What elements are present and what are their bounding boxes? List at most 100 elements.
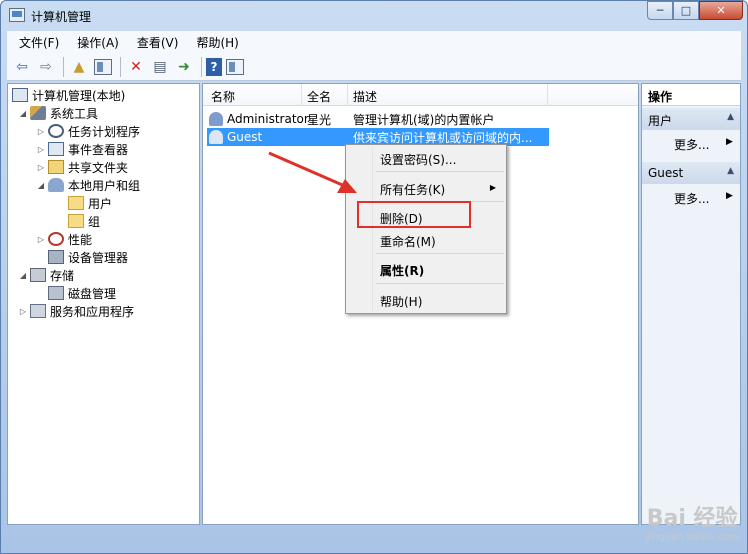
- export-list-icon[interactable]: ➜: [173, 56, 195, 78]
- annotation-arrow-icon: [268, 151, 357, 193]
- shared-folder-icon: [48, 160, 64, 174]
- menu-item-help[interactable]: 帮助(H): [380, 293, 422, 310]
- computer-management-icon: [9, 8, 25, 22]
- baidu-watermark: Bai 经验 jingyan.baidu.com: [647, 500, 739, 543]
- actions-pane: 操作 用户 ▲ 更多... ▶ Guest ▲ 更多... ▶: [641, 83, 741, 525]
- collapse-arrow-icon[interactable]: ◢: [36, 181, 46, 190]
- toolbar-separator: [201, 56, 202, 77]
- collapse-arrow-icon[interactable]: ◢: [18, 271, 28, 280]
- menu-item-rename[interactable]: 重命名(M): [380, 233, 436, 250]
- users-icon: [48, 178, 64, 192]
- minimize-button[interactable]: ─: [647, 1, 673, 20]
- properties-icon[interactable]: ▤: [149, 56, 171, 78]
- expand-arrow-icon[interactable]: ▷: [36, 163, 46, 172]
- tree-item-event-viewer[interactable]: ▷ 事件查看器: [36, 140, 128, 158]
- tree-label: 用户: [88, 194, 113, 212]
- row-name: Guest: [227, 130, 263, 144]
- back-icon[interactable]: ⇦: [11, 56, 33, 78]
- tree-item-performance[interactable]: ▷ 性能: [36, 230, 92, 248]
- tree-label: 存储: [50, 268, 75, 283]
- toolbar: ⇦ ⇨ ▲ ✕ ▤ ➜ ?: [7, 53, 741, 81]
- actions-section-users[interactable]: 用户 ▲: [642, 108, 740, 130]
- row-description: 供来宾访问计算机或访问域的内...: [353, 130, 533, 145]
- tree-label: 计算机管理(本地): [32, 88, 126, 103]
- menu-item-properties[interactable]: 属性(R): [380, 262, 424, 279]
- collapse-arrow-icon[interactable]: ◢: [18, 109, 28, 118]
- toolbar-separator: [63, 56, 64, 77]
- chevron-right-icon: ▶: [726, 191, 733, 201]
- tree-label: 组: [88, 214, 101, 229]
- tree-item-services-apps[interactable]: ▷ 服务和应用程序: [18, 302, 134, 320]
- computer-icon: [12, 88, 28, 102]
- toolbar-separator: [120, 56, 121, 77]
- row-fullname: 星光: [307, 112, 332, 127]
- submenu-arrow-icon: ▶: [489, 183, 496, 192]
- show-hide-tree-icon[interactable]: [92, 56, 114, 78]
- collapse-up-icon[interactable]: ▲: [727, 112, 734, 122]
- title-bar[interactable]: 计算机管理 ─ □ ✕: [1, 1, 747, 31]
- performance-icon: [48, 232, 64, 246]
- tree-label: 设备管理器: [68, 250, 129, 265]
- column-name[interactable]: 名称: [211, 88, 235, 105]
- tree-label: 本地用户和组: [68, 178, 141, 193]
- context-menu: 设置密码(S)... 所有任务(K) ▶ 删除(D) 重命名(M) 属性(R) …: [345, 144, 507, 314]
- column-description[interactable]: 描述: [353, 88, 377, 105]
- tree-item-groups[interactable]: 组: [68, 212, 100, 230]
- services-icon: [30, 304, 46, 318]
- user-icon: [209, 112, 223, 126]
- help-icon[interactable]: ?: [206, 57, 222, 76]
- tree-item-task-scheduler[interactable]: ▷ 任务计划程序: [36, 122, 140, 140]
- tree-item-system-tools[interactable]: ◢ 系统工具: [18, 104, 98, 122]
- tree-label: 共享文件夹: [68, 160, 129, 175]
- expand-arrow-icon[interactable]: ▷: [36, 235, 46, 244]
- tools-icon: [30, 106, 46, 120]
- more-actions-link[interactable]: 更多...: [674, 136, 709, 153]
- user-icon: [209, 130, 223, 144]
- watermark-url: jingyan.baidu.com: [646, 532, 739, 543]
- expand-arrow-icon[interactable]: ▷: [18, 307, 28, 316]
- delete-icon[interactable]: ✕: [125, 56, 147, 78]
- expand-arrow-icon[interactable]: ▷: [36, 145, 46, 154]
- up-folder-icon[interactable]: ▲: [68, 56, 90, 78]
- collapse-up-icon[interactable]: ▲: [727, 166, 734, 176]
- tree-item-root[interactable]: 计算机管理(本地): [12, 86, 125, 104]
- row-name: Administrator: [227, 112, 309, 126]
- actions-title: 操作: [642, 84, 740, 106]
- menu-help[interactable]: 帮助(H): [190, 34, 244, 51]
- column-header: 名称 全名 描述: [203, 84, 638, 106]
- menu-action[interactable]: 操作(A): [71, 34, 125, 51]
- tree-item-storage[interactable]: ◢ 存储: [18, 266, 74, 284]
- tree-item-device-manager[interactable]: 设备管理器: [48, 248, 128, 266]
- tree-label: 服务和应用程序: [50, 304, 135, 319]
- table-row[interactable]: Administrator 星光 管理计算机(域)的内置帐户: [207, 110, 549, 128]
- menu-view[interactable]: 查看(V): [131, 34, 185, 51]
- expand-arrow-icon[interactable]: ▷: [36, 127, 46, 136]
- folder-icon: [68, 196, 84, 210]
- window-title: 计算机管理: [31, 10, 92, 24]
- navigation-tree: 计算机管理(本地) ◢ 系统工具 ▷ 任务计划程序 ▷ 事件查看器 ▷ 共享文件…: [7, 83, 200, 525]
- forward-icon[interactable]: ⇨: [35, 56, 57, 78]
- watermark-brand: Bai 经验: [646, 506, 738, 531]
- tree-item-shared-folders[interactable]: ▷ 共享文件夹: [36, 158, 128, 176]
- menu-item-set-password[interactable]: 设置密码(S)...: [380, 151, 456, 168]
- tree-item-disk-management[interactable]: 磁盘管理: [48, 284, 116, 302]
- show-action-pane-icon[interactable]: [224, 56, 246, 78]
- tree-label: 性能: [68, 232, 93, 247]
- maximize-button[interactable]: □: [673, 1, 699, 20]
- annotation-highlight-box: [357, 201, 471, 228]
- section-label: Guest: [648, 166, 684, 180]
- menu-item-all-tasks[interactable]: 所有任务(K): [380, 181, 445, 198]
- tree-item-users[interactable]: 用户: [68, 194, 113, 212]
- section-label: 用户: [648, 114, 673, 128]
- tree-item-local-users-groups[interactable]: ◢ 本地用户和组: [36, 176, 140, 194]
- event-viewer-icon: [48, 142, 64, 156]
- tree-label: 任务计划程序: [68, 124, 141, 139]
- actions-section-guest[interactable]: Guest ▲: [642, 162, 740, 184]
- column-fullname[interactable]: 全名: [307, 88, 331, 105]
- more-actions-link[interactable]: 更多...: [674, 190, 709, 207]
- tree-label: 系统工具: [50, 106, 99, 121]
- close-button[interactable]: ✕: [699, 1, 743, 20]
- tree-label: 磁盘管理: [68, 286, 117, 301]
- menu-file[interactable]: 文件(F): [13, 34, 65, 51]
- clock-icon: [48, 124, 64, 138]
